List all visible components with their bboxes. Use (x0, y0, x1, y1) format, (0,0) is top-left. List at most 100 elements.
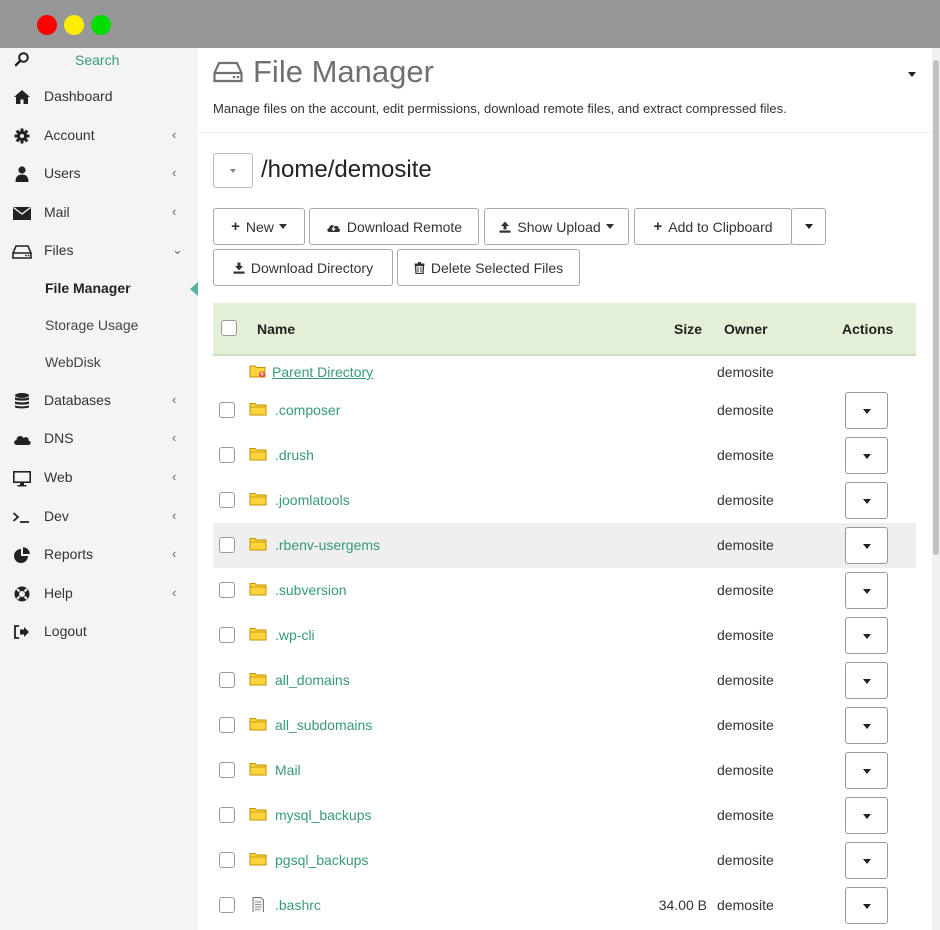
minimize-window-button[interactable] (64, 15, 84, 35)
row-checkbox[interactable] (219, 897, 235, 913)
table-row[interactable]: .rbenv-usergems demosite (213, 523, 916, 568)
row-checkbox[interactable] (219, 672, 235, 688)
column-header-owner[interactable]: Owner (724, 321, 768, 337)
folder-icon (249, 673, 267, 686)
row-actions-button[interactable] (845, 752, 888, 789)
row-actions-button[interactable] (845, 437, 888, 474)
terminal-icon (12, 512, 29, 523)
sidebar-item-label: Databases (44, 392, 111, 408)
folder-icon (249, 448, 267, 461)
caret-down-icon (605, 224, 614, 229)
row-actions-button[interactable] (845, 617, 888, 654)
row-actions-button[interactable] (845, 527, 888, 564)
row-checkbox[interactable] (219, 537, 235, 553)
clipboard-dropdown-button[interactable] (791, 208, 826, 245)
sidebar-subitem-file-manager[interactable]: File Manager (0, 273, 198, 305)
sidebar-item-label: Reports (44, 546, 94, 562)
file-owner: demosite (717, 897, 774, 913)
row-checkbox[interactable] (219, 582, 235, 598)
row-actions-button[interactable] (845, 797, 888, 834)
row-checkbox[interactable] (219, 402, 235, 418)
table-row[interactable]: .bashrc 34.00 B demosite (213, 883, 916, 928)
maximize-window-button[interactable] (91, 15, 111, 35)
user-menu-caret[interactable] (908, 72, 916, 77)
sidebar-item-dns[interactable]: DNS ‹ (0, 422, 198, 456)
download-remote-button[interactable]: Download Remote (309, 208, 479, 245)
row-checkbox[interactable] (219, 717, 235, 733)
file-name-link[interactable]: .composer (275, 402, 340, 418)
table-row[interactable]: all_domains demosite (213, 658, 916, 703)
column-header-size[interactable]: Size (674, 321, 702, 337)
sidebar-item-account[interactable]: Account ‹ (0, 119, 198, 153)
sidebar-item-help[interactable]: Help ‹ (0, 577, 198, 611)
row-actions-button[interactable] (845, 707, 888, 744)
user-icon (15, 166, 29, 182)
file-name-link[interactable]: all_domains (275, 672, 350, 688)
new-button[interactable]: + New (213, 208, 305, 245)
delete-selected-files-button[interactable]: Delete Selected Files (397, 249, 580, 286)
show-upload-button[interactable]: Show Upload (484, 208, 629, 245)
scrollbar-thumb[interactable] (933, 60, 939, 555)
file-name-link[interactable]: .rbenv-usergems (275, 537, 380, 553)
file-name-link[interactable]: .drush (275, 447, 314, 463)
sidebar-item-reports[interactable]: Reports ‹ (0, 538, 198, 572)
file-name-link[interactable]: .wp-cli (275, 627, 315, 643)
database-icon (15, 393, 29, 409)
sidebar-item-dashboard[interactable]: Dashboard (0, 80, 198, 114)
table-row[interactable]: .composer demosite (213, 388, 916, 433)
add-to-clipboard-label: Add to Clipboard (668, 218, 773, 235)
sidebar-subitem-webdisk[interactable]: WebDisk (0, 347, 198, 379)
row-checkbox[interactable] (219, 807, 235, 823)
parent-directory-link[interactable]: Parent Directory (272, 364, 373, 380)
row-actions-button[interactable] (845, 842, 888, 879)
file-name-link[interactable]: Mail (275, 762, 301, 778)
folder-icon (249, 808, 267, 821)
column-header-name[interactable]: Name (257, 321, 295, 337)
sidebar-item-dev[interactable]: Dev ‹ (0, 500, 198, 534)
select-all-checkbox[interactable] (221, 320, 237, 336)
sidebar-item-label: Dev (44, 508, 69, 524)
sidebar-subitem-storage-usage[interactable]: Storage Usage (0, 310, 198, 342)
row-actions-button[interactable] (845, 482, 888, 519)
row-checkbox[interactable] (219, 852, 235, 868)
table-row[interactable]: Mail demosite (213, 748, 916, 793)
table-row[interactable]: mysql_backups demosite (213, 793, 916, 838)
sidebar-item-label: Users (44, 165, 81, 181)
row-checkbox[interactable] (219, 627, 235, 643)
sidebar-item-web[interactable]: Web ‹ (0, 461, 198, 495)
table-row: Parent Directory demosite (213, 354, 916, 390)
file-name-link[interactable]: .bashrc (275, 897, 321, 913)
row-actions-button[interactable] (845, 887, 888, 924)
row-checkbox[interactable] (219, 447, 235, 463)
sidebar-item-databases[interactable]: Databases ‹ (0, 384, 198, 418)
table-row[interactable]: .wp-cli demosite (213, 613, 916, 658)
table-row[interactable]: pgsql_backups demosite (213, 838, 916, 883)
file-name-link[interactable]: .subversion (275, 582, 347, 598)
file-name-link[interactable]: all_subdomains (275, 717, 372, 733)
row-checkbox[interactable] (219, 492, 235, 508)
cloud-download-icon (327, 224, 341, 232)
row-checkbox[interactable] (219, 762, 235, 778)
sidebar-item-users[interactable]: Users ‹ (0, 157, 198, 191)
file-name-link[interactable]: pgsql_backups (275, 852, 368, 868)
file-name-link[interactable]: .joomlatools (275, 492, 350, 508)
download-directory-button[interactable]: Download Directory (213, 249, 393, 286)
sidebar-item-files[interactable]: Files ⌄ (0, 234, 198, 268)
row-actions-button[interactable] (845, 572, 888, 609)
table-row[interactable]: .subversion demosite (213, 568, 916, 613)
sidebar-item-label: DNS (44, 430, 74, 446)
sidebar-search[interactable]: Search (0, 48, 198, 74)
sidebar-item-logout[interactable]: Logout (0, 615, 198, 649)
sidebar-subitem-label: File Manager (45, 280, 131, 296)
sidebar-item-mail[interactable]: Mail ‹ (0, 196, 198, 230)
row-actions-button[interactable] (845, 662, 888, 699)
table-row[interactable]: all_subdomains demosite (213, 703, 916, 748)
path-dropdown-button[interactable] (213, 153, 253, 188)
add-to-clipboard-button[interactable]: + Add to Clipboard (634, 208, 792, 245)
row-actions-button[interactable] (845, 392, 888, 429)
file-owner: demosite (717, 402, 774, 418)
table-row[interactable]: .joomlatools demosite (213, 478, 916, 523)
close-window-button[interactable] (37, 15, 57, 35)
file-name-link[interactable]: mysql_backups (275, 807, 372, 823)
table-row[interactable]: .drush demosite (213, 433, 916, 478)
